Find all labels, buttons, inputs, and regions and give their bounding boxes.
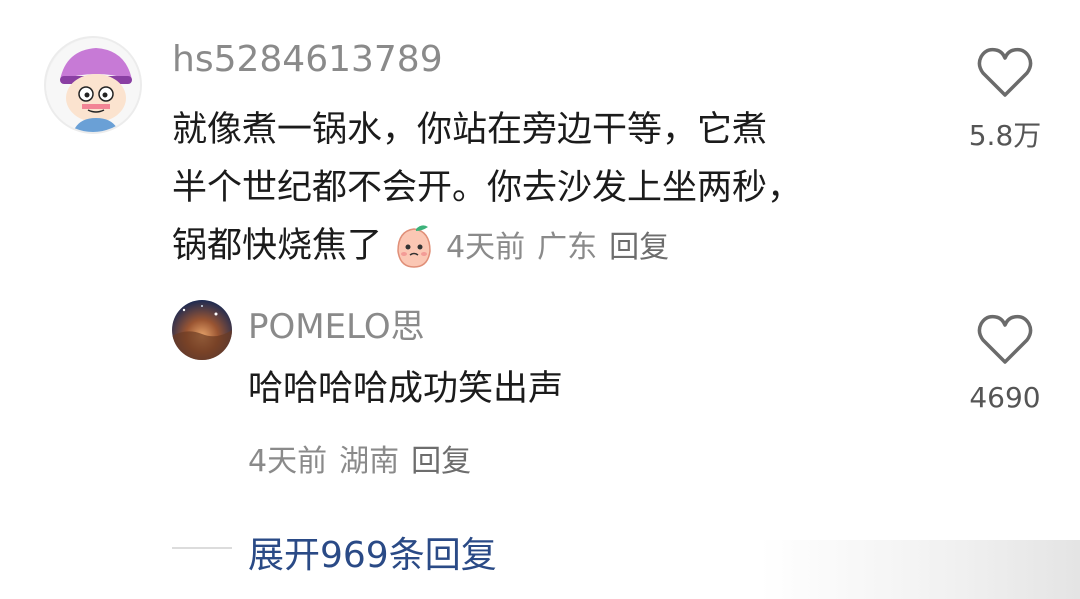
- expand-replies-button[interactable]: 展开969条回复: [248, 526, 497, 578]
- reply-username[interactable]: POMELO思: [248, 307, 425, 347]
- reply-location: 湖南: [339, 444, 400, 479]
- peach-face-emoji-icon: [388, 221, 440, 273]
- reply-reply-button[interactable]: 回复: [411, 444, 471, 479]
- comment-text-line-1: 就像煮一锅水，你站在旁边干等，它煮: [172, 110, 768, 150]
- expand-divider: [172, 547, 232, 549]
- reply-meta: 4天前 湖南 回复: [248, 436, 483, 480]
- comment-location: 广东: [537, 230, 598, 265]
- reply-avatar[interactable]: [172, 300, 232, 360]
- heart-outline-icon[interactable]: [976, 312, 1034, 368]
- comment-like-count: 5.8万: [968, 119, 1042, 152]
- comment-text: 就像煮一锅水，你站在旁边干等，它煮 半个世纪都不会开。你去沙发上坐两秒， 锅都快…: [172, 101, 932, 277]
- commenter-avatar[interactable]: [44, 36, 142, 134]
- reply-time: 4天前: [248, 444, 328, 479]
- bottom-fade-overlay: [760, 540, 1080, 599]
- reply-like-count: 4690: [969, 381, 1041, 414]
- comment-text-line-3: 锅都快烧焦了: [172, 226, 383, 266]
- commenter-username[interactable]: hs5284613789: [172, 40, 443, 80]
- comment-text-line-2: 半个世纪都不会开。你去沙发上坐两秒，: [172, 168, 803, 208]
- comment-time: 4天前: [446, 230, 526, 265]
- heart-outline-icon[interactable]: [976, 45, 1034, 101]
- comment-reply-button[interactable]: 回复: [609, 230, 669, 265]
- reply-text: 哈哈哈哈成功笑出声: [248, 369, 564, 409]
